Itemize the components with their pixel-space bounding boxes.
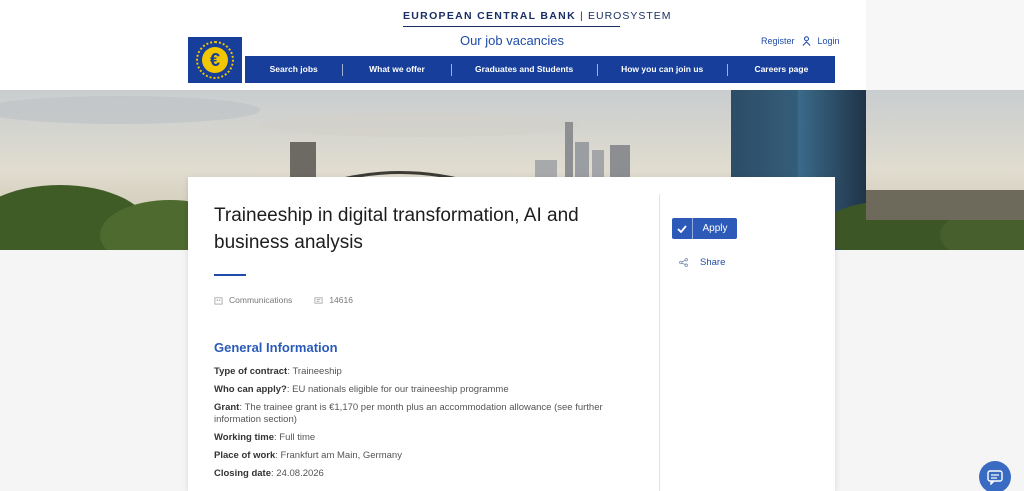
job-title: Traineeship in digital transformation, A…	[214, 205, 579, 253]
share-label: Share	[700, 257, 726, 268]
chat-icon	[987, 469, 1003, 485]
job-reference: 14616	[329, 295, 353, 305]
job-department: Communications	[229, 295, 293, 305]
user-icon[interactable]	[802, 36, 811, 46]
brand-name[interactable]: EUROPEAN CENTRAL BANK | EUROSYSTEM	[403, 10, 672, 22]
ecb-logo[interactable]: €	[188, 37, 242, 83]
apply-label: Apply	[702, 223, 728, 234]
card-divider	[659, 194, 660, 491]
brand-underline	[403, 26, 620, 27]
main-navigation: Search jobs What we offer Graduates and …	[245, 56, 835, 83]
info-row-place-of-work: Place of work: Frankfurt am Main, German…	[214, 450, 402, 461]
info-row-closing-date: Closing date: 24.08.2026	[214, 468, 324, 479]
euro-symbol: €	[202, 47, 228, 73]
check-icon	[672, 218, 693, 239]
nav-careers-page[interactable]: Careers page	[728, 56, 835, 83]
job-meta: Communications 14616	[214, 295, 353, 305]
title-accent-line	[214, 274, 246, 276]
login-link[interactable]: Login	[818, 36, 840, 46]
brand-main: EUROPEAN CENTRAL BANK	[403, 10, 576, 22]
nav-what-we-offer[interactable]: What we offer	[343, 56, 450, 83]
logo-stars-ring: €	[196, 41, 234, 79]
nav-how-to-join[interactable]: How you can join us	[598, 56, 727, 83]
share-icon	[679, 258, 688, 267]
general-information-heading: General Information	[214, 340, 338, 355]
id-card-icon	[314, 296, 323, 304]
chat-button[interactable]	[979, 461, 1011, 491]
account-links: Register Login	[761, 36, 840, 46]
page-subtitle[interactable]: Our job vacancies	[0, 33, 1024, 48]
nav-search-jobs[interactable]: Search jobs	[245, 56, 342, 83]
info-row-working-time: Working time: Full time	[214, 432, 316, 443]
brand-sub: EUROSYSTEM	[587, 10, 672, 22]
building-icon	[214, 296, 223, 305]
register-link[interactable]: Register	[761, 36, 795, 46]
apply-button[interactable]: Apply	[672, 218, 737, 239]
share-button[interactable]: Share	[679, 257, 725, 268]
info-row-grant: Grant: The trainee grant is €1,170 per m…	[214, 402, 603, 425]
info-row-eligibility: Who can apply?: EU nationals eligible fo…	[214, 384, 509, 395]
info-row-contract: Type of contract: Traineeship	[214, 366, 342, 377]
nav-graduates-students[interactable]: Graduates and Students	[452, 56, 597, 83]
